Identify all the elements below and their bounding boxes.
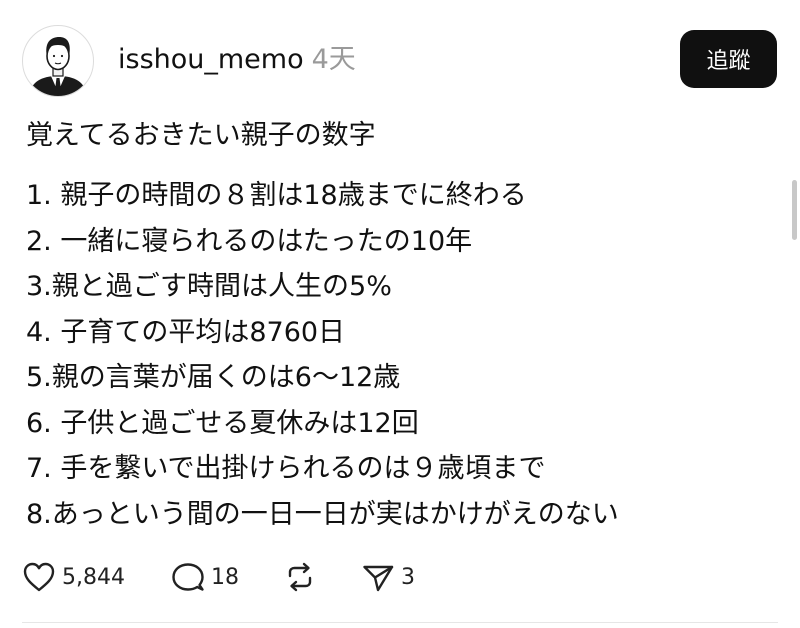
share-button[interactable]: 3 — [361, 561, 415, 593]
scrollbar[interactable] — [792, 180, 797, 240]
list-item: 4. 子育ての平均は8760日 — [26, 316, 346, 348]
speech-bubble-icon — [172, 563, 204, 591]
divider — [22, 622, 778, 623]
list-item: 1. 親子の時間の８割は18歳までに終わる — [26, 180, 527, 211]
paper-plane-icon — [363, 565, 394, 592]
man-in-suit-avatar-icon — [29, 37, 87, 96]
list-item: 5.親の言葉が届くのは6〜12歳 — [26, 362, 401, 393]
like-button[interactable]: 5,844 — [22, 561, 125, 593]
thread-post: isshou_memo 4天 追蹤 覚えてるおきたい親子の数字 1. 親子の時間の… — [0, 0, 800, 628]
post-title: 覚えてるおきたい親子の数字 — [26, 120, 376, 151]
list-item: 2. 一緒に寝られるのはたったの10年 — [26, 225, 473, 257]
list-item: 7. 手を繋いで出掛けられるのは９歳頃まで — [26, 453, 546, 484]
repost-button[interactable] — [283, 561, 317, 593]
list-item: 3.親と過ごす時間は人生の5% — [26, 271, 392, 302]
like-count: 5,844 — [62, 564, 125, 590]
reply-count: 18 — [210, 564, 239, 590]
heart-icon — [23, 562, 55, 592]
avatar[interactable] — [22, 25, 94, 97]
post-header: isshou_memo 4天 — [118, 44, 356, 76]
share-count: 3 — [400, 564, 415, 590]
list-item: 6. 子供と過ごせる夏休みは12回 — [26, 407, 419, 439]
username[interactable]: isshou_memo — [118, 44, 304, 75]
post-timestamp: 4天 — [311, 44, 356, 75]
list-item: 8.あっという間の一日一日が実はかけがえのない — [26, 498, 619, 530]
repost-icon — [288, 562, 312, 592]
post-actions: 5,844 18 3 — [22, 559, 415, 595]
post-body-list: 1. 親子の時間の８割は18歳までに終わる 2. 一緒に寝られるのはたったの10… — [26, 178, 619, 542]
reply-button[interactable]: 18 — [171, 561, 239, 593]
follow-button[interactable]: 追蹤 — [680, 30, 777, 88]
